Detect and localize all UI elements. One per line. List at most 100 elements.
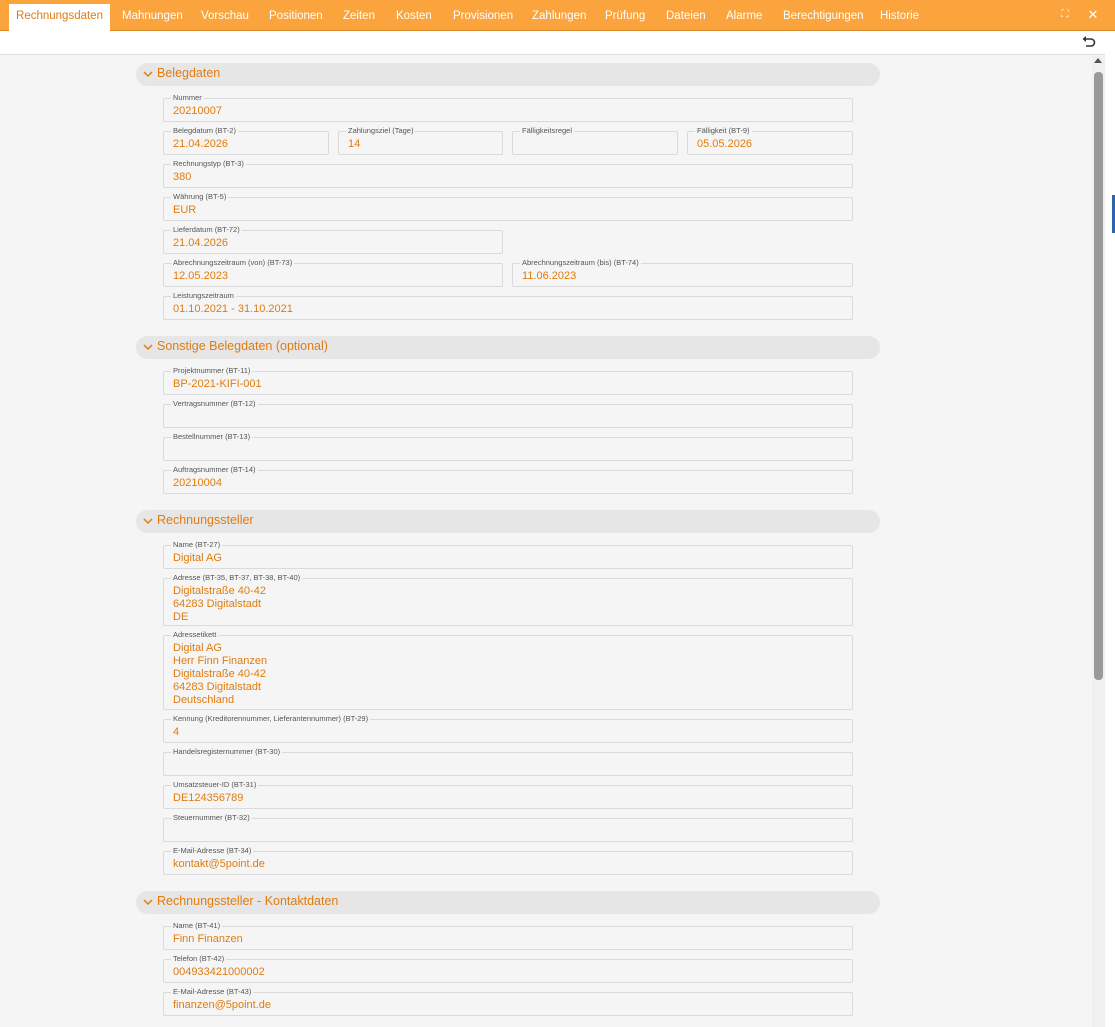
- chevron-down-icon: [143, 71, 153, 78]
- umsatzsteuer-id-field[interactable]: Umsatzsteuer-ID (BT-31) DE124356789: [163, 780, 853, 809]
- nummer-field[interactable]: Nummer 20210007: [163, 93, 853, 122]
- field-label: Name (BT-27): [171, 540, 223, 550]
- tab-zahlungen[interactable]: Zahlungen: [532, 4, 586, 31]
- steuernummer-field[interactable]: Steuernummer (BT-32): [163, 813, 853, 842]
- tab-berechtigungen[interactable]: Berechtigungen: [783, 4, 864, 31]
- field-label: Vertragsnummer (BT-12): [171, 399, 258, 409]
- rechnungstyp-field[interactable]: Rechnungstyp (BT-3) 380: [163, 159, 853, 188]
- field-label: Fälligkeitsregel: [520, 126, 575, 136]
- field-value: EUR: [173, 204, 197, 216]
- tab-pruefung[interactable]: Prüfung: [605, 4, 645, 31]
- section-title: Rechnungssteller: [157, 513, 254, 527]
- abrechnungszeitraum-bis-field[interactable]: Abrechnungszeitraum (bis) (BT-74) 11.06.…: [512, 258, 853, 287]
- field-value: 14: [348, 138, 361, 150]
- tab-provisionen[interactable]: Provisionen: [453, 4, 513, 31]
- field-label: Leistungszeitraum: [171, 291, 236, 301]
- kontakt-email-field[interactable]: E-Mail-Adresse (BT-43) finanzen@5point.d…: [163, 987, 853, 1016]
- field-label: Währung (BT-5): [171, 192, 229, 202]
- field-value: DE124356789: [173, 792, 244, 804]
- tab-kosten[interactable]: Kosten: [396, 4, 432, 31]
- field-label: Auftragsnummer (BT-14): [171, 465, 258, 475]
- close-icon[interactable]: ✕: [1086, 8, 1100, 22]
- field-label: Fälligkeit (BT-9): [695, 126, 752, 136]
- field-value: 20210007: [173, 105, 222, 117]
- field-value: 21.04.2026: [173, 138, 229, 150]
- steller-adresse-field[interactable]: Adresse (BT-35, BT-37, BT-38, BT-40) Dig…: [163, 573, 853, 626]
- field-label: Telefon (BT-42): [171, 954, 227, 964]
- belegdatum-field[interactable]: Belegdatum (BT-2) 21.04.2026: [163, 126, 329, 155]
- faelligkeit-field[interactable]: Fälligkeit (BT-9) 05.05.2026: [687, 126, 853, 155]
- tab-bar: Rechnungsdaten Mahnungen Vorschau Positi…: [0, 0, 1115, 31]
- field-value: 05.05.2026: [697, 138, 753, 150]
- field-value: Digital AG: [173, 552, 222, 564]
- scrollbar-thumb[interactable]: [1094, 72, 1103, 680]
- telefon-field[interactable]: Telefon (BT-42) 004933421000002: [163, 954, 853, 983]
- field-label: E-Mail-Adresse (BT-34): [171, 846, 254, 856]
- faelligkeitsregel-field[interactable]: Fälligkeitsregel: [512, 126, 678, 155]
- section-title: Rechnungssteller - Kontaktdaten: [157, 894, 339, 908]
- window-edge: [1105, 31, 1115, 1027]
- field-label: Name (BT-41): [171, 921, 223, 931]
- field-value: BP-2021-KIFI-001: [173, 378, 262, 390]
- field-value: Digitalstraße 40-42 64283 Digitalstadt D…: [173, 585, 266, 623]
- field-value: 11.06.2023: [522, 270, 577, 282]
- field-label: Umsatzsteuer-ID (BT-31): [171, 780, 259, 790]
- field-value: 01.10.2021 - 31.10.2021: [173, 303, 293, 315]
- section-kontaktdaten[interactable]: Rechnungssteller - Kontaktdaten: [136, 891, 880, 914]
- kontakt-name-field[interactable]: Name (BT-41) Finn Finanzen: [163, 921, 853, 950]
- field-label: Adresse (BT-35, BT-37, BT-38, BT-40): [171, 573, 303, 583]
- chevron-down-icon: [143, 899, 153, 906]
- leistungszeitraum-field[interactable]: Leistungszeitraum 01.10.2021 - 31.10.202…: [163, 291, 853, 320]
- field-value: 12.05.2023: [173, 270, 229, 282]
- field-label: Handelsregisternummer (BT-30): [171, 747, 283, 757]
- waehrung-field[interactable]: Währung (BT-5) EUR: [163, 192, 853, 221]
- tab-zeiten[interactable]: Zeiten: [343, 4, 375, 31]
- tab-vorschau[interactable]: Vorschau: [201, 4, 249, 31]
- field-label: Steuernummer (BT-32): [171, 813, 252, 823]
- field-value: 004933421000002: [173, 966, 265, 978]
- handelsregisternummer-field[interactable]: Handelsregisternummer (BT-30): [163, 747, 853, 776]
- section-sonstige-belegdaten[interactable]: Sonstige Belegdaten (optional): [136, 336, 880, 359]
- field-label: Belegdatum (BT-2): [171, 126, 238, 136]
- kennung-field[interactable]: Kennung (Kreditorennummer, Lieferantennu…: [163, 714, 853, 743]
- projektnummer-field[interactable]: Projektnummer (BT-11) BP-2021-KIFI-001: [163, 366, 853, 395]
- section-title: Sonstige Belegdaten (optional): [157, 339, 328, 353]
- section-rechnungssteller[interactable]: Rechnungssteller: [136, 510, 880, 533]
- field-label: Zahlungsziel (Tage): [346, 126, 416, 136]
- scrollbar[interactable]: [1092, 56, 1105, 1027]
- field-value: 20210004: [173, 477, 222, 489]
- field-label: Rechnungstyp (BT-3): [171, 159, 246, 169]
- field-value: 4: [173, 726, 180, 738]
- field-value: Finn Finanzen: [173, 933, 243, 945]
- auftragsnummer-field[interactable]: Auftragsnummer (BT-14) 20210004: [163, 465, 853, 494]
- tab-positionen[interactable]: Positionen: [269, 4, 323, 31]
- field-label: Kennung (Kreditorennummer, Lieferantennu…: [171, 714, 371, 724]
- tab-alarme[interactable]: Alarme: [726, 4, 762, 31]
- field-value: Digital AG Herr Finn Finanzen Digitalstr…: [173, 642, 268, 706]
- maximize-icon[interactable]: ⛶: [1058, 8, 1072, 22]
- steller-email-field[interactable]: E-Mail-Adresse (BT-34) kontakt@5point.de: [163, 846, 853, 875]
- tab-historie[interactable]: Historie: [880, 4, 919, 31]
- abrechnungszeitraum-von-field[interactable]: Abrechnungszeitraum (von) (BT-73) 12.05.…: [163, 258, 503, 287]
- chevron-down-icon: [143, 518, 153, 525]
- vertragsnummer-field[interactable]: Vertragsnummer (BT-12): [163, 399, 853, 428]
- field-value: 380: [173, 171, 192, 183]
- field-label: Abrechnungszeitraum (bis) (BT-74): [520, 258, 641, 268]
- undo-icon[interactable]: [1081, 34, 1097, 50]
- adressetikett-field[interactable]: Adressetikett Digital AG Herr Finn Finan…: [163, 630, 853, 710]
- lieferdatum-field[interactable]: Lieferdatum (BT-72) 21.04.2026: [163, 225, 503, 254]
- scroll-up-icon[interactable]: [1094, 58, 1102, 63]
- tab-dateien[interactable]: Dateien: [666, 4, 706, 31]
- bestellnummer-field[interactable]: Bestellnummer (BT-13): [163, 432, 853, 461]
- zahlungsziel-field[interactable]: Zahlungsziel (Tage) 14: [338, 126, 503, 155]
- field-value: finanzen@5point.de: [173, 999, 272, 1011]
- field-label: Abrechnungszeitraum (von) (BT-73): [171, 258, 295, 268]
- field-value: kontakt@5point.de: [173, 858, 265, 870]
- section-belegdaten[interactable]: Belegdaten: [136, 63, 880, 86]
- tab-rechnungsdaten[interactable]: Rechnungsdaten: [9, 4, 110, 31]
- field-label: Adressetikett: [171, 630, 219, 640]
- tab-mahnungen[interactable]: Mahnungen: [122, 4, 183, 31]
- steller-name-field[interactable]: Name (BT-27) Digital AG: [163, 540, 853, 569]
- chevron-down-icon: [143, 344, 153, 351]
- field-value: 21.04.2026: [173, 237, 229, 249]
